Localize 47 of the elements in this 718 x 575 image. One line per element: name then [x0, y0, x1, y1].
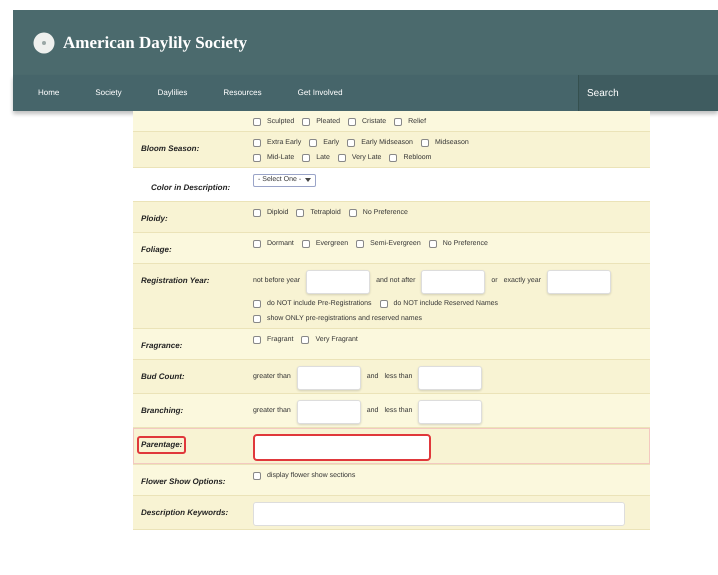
checkbox[interactable]	[253, 336, 261, 344]
checkbox[interactable]	[389, 154, 398, 162]
nav-link[interactable]: Home	[38, 87, 60, 99]
input-field[interactable]	[253, 434, 431, 460]
field-label: Bud Count:	[140, 370, 186, 382]
checkbox[interactable]	[301, 336, 310, 344]
checkbox[interactable]	[302, 154, 310, 162]
field-label: Fragrance:	[140, 340, 184, 352]
checkbox[interactable]	[253, 472, 261, 480]
checkbox[interactable]	[253, 315, 261, 324]
nav-link[interactable]: Daylilies	[158, 87, 188, 99]
checkbox[interactable]	[380, 300, 388, 308]
field-label: Flower Show Options:	[140, 476, 226, 488]
nav-link[interactable]: Get Involved	[298, 87, 343, 99]
field-label: Bloom Season:	[140, 142, 200, 154]
field-label: Description Keywords:	[140, 506, 230, 519]
checkbox[interactable]	[428, 240, 437, 248]
search-box[interactable]: Search	[578, 75, 718, 111]
checkbox[interactable]	[420, 138, 429, 147]
checkbox[interactable]	[348, 118, 356, 126]
checkbox[interactable]	[253, 118, 261, 126]
checkbox[interactable]	[347, 138, 356, 147]
checkbox[interactable]	[253, 154, 261, 162]
field-label: Foliage:	[140, 244, 173, 256]
checkbox[interactable]	[253, 138, 261, 147]
checkbox[interactable]	[348, 208, 357, 217]
checkbox[interactable]	[253, 240, 261, 248]
field-label: Color in Description:	[150, 182, 232, 194]
checkbox[interactable]	[394, 118, 402, 126]
checkbox[interactable]	[338, 154, 346, 162]
field-label: Registration Year:	[140, 274, 210, 287]
checkbox[interactable]	[253, 208, 261, 217]
checkbox[interactable]	[296, 208, 304, 217]
field-label: Parentage:	[137, 436, 186, 454]
checkbox[interactable]	[356, 240, 364, 248]
caret-icon	[305, 178, 312, 182]
search-input[interactable]: Search	[587, 86, 718, 100]
nav-link[interactable]: Resources	[223, 87, 262, 99]
field-label: Branching:	[140, 404, 184, 417]
nav-link[interactable]: Society	[95, 87, 122, 99]
field-label: Ploidy:	[140, 212, 169, 225]
checkbox[interactable]	[302, 240, 310, 248]
checkbox[interactable]	[309, 138, 318, 147]
checkbox[interactable]	[302, 118, 310, 126]
checkbox[interactable]	[253, 300, 261, 308]
logo-icon	[33, 32, 55, 54]
site-title: American Daylily Society	[63, 32, 248, 54]
